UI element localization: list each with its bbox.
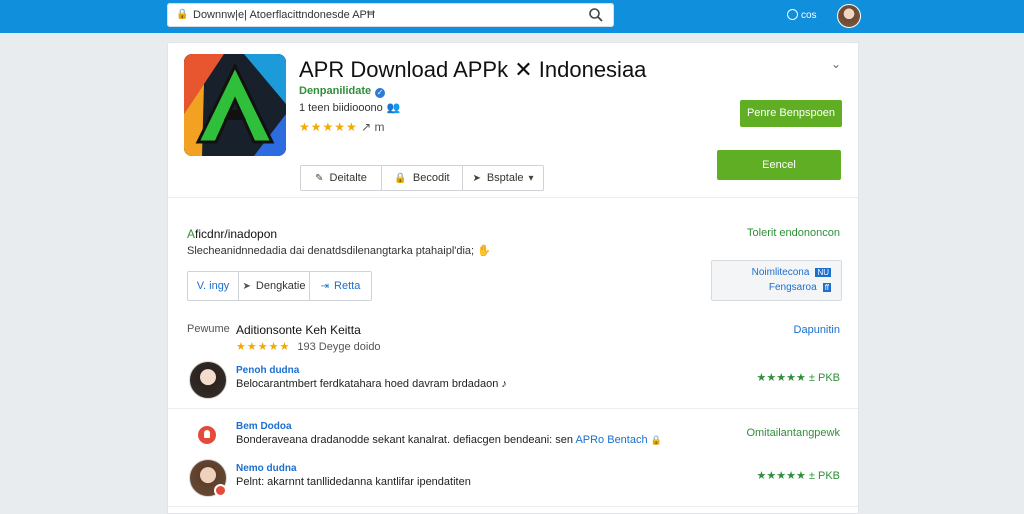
reviews-summary: ★★★★★ 193 Deyge doido [236, 341, 381, 353]
share-icon: ➤ [472, 172, 481, 184]
download-count: 1 teen biidiooono 👥 [299, 102, 401, 114]
tag-icon: ➤ [242, 280, 251, 292]
review-author[interactable]: Penoh dudna [236, 365, 299, 376]
review-text: Belocarantmbert ferdkatahara hoed davram… [236, 378, 507, 390]
review-item: Nemo dudna Pelnt: akarnnt tanllidedanna … [168, 459, 858, 507]
app-logo-icon [184, 54, 286, 156]
review-item: Bem Dodoa Bonderaveana dradanodde sekant… [168, 417, 858, 465]
primary-action-button[interactable]: Penre Benpspoen [740, 100, 842, 127]
review-text: Pelnt: akarnnt tanllidedanna kantlifar i… [236, 476, 471, 488]
review-text: Bonderaveana dradanodde sekant kanalrat.… [236, 434, 662, 446]
review-rating: ★★★★★ ± PKB [756, 372, 840, 384]
top-app-bar: 🔒 Downnw|e| Atoerflacittndonesde APĦ cos [0, 0, 1024, 33]
review-rating: ★★★★★ ± PKB [756, 470, 840, 482]
account-icon [787, 9, 798, 20]
secondary-action-button[interactable]: Eencel [717, 150, 841, 180]
review-inline-link[interactable]: APRo Bentach [575, 434, 647, 446]
action-segment: ✎ Deitalte 🔒 Becodit ➤ Bsptale ▾ [300, 165, 544, 191]
review-divider [168, 408, 858, 409]
about-tabs: V. ingy ➤ Dengkatie ⇥ Retta [187, 271, 372, 301]
location-pin-icon [198, 426, 216, 444]
info-box[interactable]: Noimlitecona NU Fengsaroa ff [711, 260, 842, 301]
segment-share[interactable]: ➤ Bsptale ▾ [463, 166, 543, 190]
review-avatar [189, 459, 227, 497]
address-text: Downnw|e| Atoerflacittndonesde APĦ [193, 9, 375, 21]
rating-row: ★★★★★ ↗ m [299, 120, 385, 134]
developer-link[interactable]: Denpanilidate ✓ [299, 85, 386, 98]
avatar[interactable] [837, 4, 861, 28]
reviews-label: Pewume [187, 323, 230, 335]
review-author[interactable]: Nemo dudna [236, 463, 297, 474]
app-title: APR Download APPk ✕ Indonesiaa [299, 57, 647, 82]
lock-icon: 🔒 [650, 435, 662, 445]
verified-icon: ✓ [375, 88, 386, 98]
about-description: Slecheanidnnedadia dai denatdsdilenangta… [187, 245, 491, 257]
segment-details[interactable]: ✎ Deitalte [301, 166, 382, 190]
tab-tags[interactable]: ➤ Dengkatie [239, 272, 310, 300]
review-avatar [189, 417, 225, 453]
lock-icon: 🔒 [394, 172, 407, 184]
search-icon[interactable] [588, 7, 604, 23]
about-title: Aficdnr/inadopon [187, 227, 278, 241]
edit-icon: ✎ [315, 172, 324, 184]
reviews-rating-stars: ★★★★★ [236, 341, 291, 353]
rating-stars: ★★★★★ [299, 120, 358, 134]
reviews-title: Aditionsonte Keh Keitta [236, 323, 361, 337]
status-dot-icon [214, 484, 227, 497]
chevron-down-icon[interactable]: ⌄ [831, 57, 841, 71]
about-more-link[interactable]: Tolerit endononcon [747, 227, 840, 239]
people-icon: 👥 [386, 102, 401, 114]
chevron-down-icon: ▾ [528, 172, 534, 184]
lock-icon: 🔒 [176, 9, 189, 20]
review-avatar [189, 361, 227, 399]
review-item: Penoh dudna Belocarantmbert ferdkatahara… [168, 361, 858, 409]
app-detail-card: APR Download APPk ✕ Indonesiaa ⌄ Denpani… [167, 42, 859, 514]
segment-security[interactable]: 🔒 Becodit [382, 166, 463, 190]
review-meta: Omitailantangpewk [746, 427, 840, 439]
arrow-icon: ⇥ [320, 280, 330, 292]
review-author[interactable]: Bem Dodoa [236, 421, 292, 432]
tab-rate[interactable]: ⇥ Retta [310, 272, 371, 300]
reviews-more-link[interactable]: Dapunitin [794, 324, 840, 336]
review-divider [168, 506, 858, 507]
address-bar[interactable]: 🔒 Downnw|e| Atoerflacittndonesde APĦ [167, 3, 614, 27]
section-divider [168, 197, 858, 198]
tab-version[interactable]: V. ingy [188, 272, 239, 300]
account-button[interactable]: cos [787, 9, 817, 21]
